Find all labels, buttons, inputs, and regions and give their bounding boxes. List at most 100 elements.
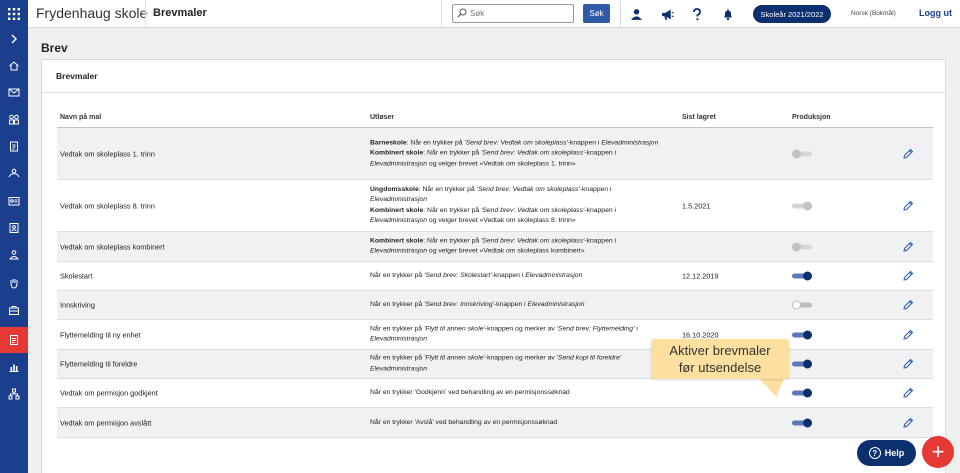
toggle-knob <box>792 149 801 158</box>
logout-link[interactable]: Logg ut <box>919 8 952 18</box>
bell-icon[interactable] <box>719 5 737 23</box>
header-last-saved[interactable]: Sist lagret <box>682 114 716 121</box>
table-row: Vedtak om skoleplass 1. trinn Barneskole:… <box>57 128 933 180</box>
template-name: Innskriving <box>60 300 95 310</box>
group-icon[interactable] <box>0 160 28 186</box>
language-selector[interactable]: Norsk (Bokmål) <box>851 10 896 17</box>
trigger-text: Barneskole: Når en trykker på 'Send brev… <box>370 138 670 170</box>
edit-pencil-icon[interactable] <box>902 270 914 282</box>
last-saved-date: 16.10.2020 <box>682 330 719 339</box>
divider <box>441 0 442 28</box>
org-icon[interactable] <box>0 381 28 407</box>
trigger-line: Kombinert skole: Når en trykker på 'Send… <box>370 236 670 257</box>
trigger-segment: : Når en trykker på <box>423 237 482 244</box>
mail-icon[interactable] <box>0 79 28 105</box>
template-name: Vedtak om permisjon godkjent <box>60 388 158 398</box>
help-button[interactable]: ? Help <box>857 440 916 466</box>
edit-pencil-icon[interactable] <box>902 200 914 212</box>
edit-pencil-icon[interactable] <box>902 329 914 341</box>
users-icon[interactable] <box>0 106 28 132</box>
trigger-segment: : Når en trykker på <box>418 185 477 193</box>
table-row: Vedtak om skoleplass kombinert Kombinert … <box>57 232 933 262</box>
production-toggle[interactable] <box>792 300 812 310</box>
search-button[interactable]: Søk <box>583 4 610 23</box>
id-card-icon[interactable] <box>0 188 28 214</box>
add-button[interactable]: + <box>922 436 954 468</box>
table-row: Vedtak om permisjon avslått Når en trykke… <box>57 408 933 438</box>
chart-icon[interactable] <box>0 354 28 380</box>
table-row: Vedtak om skoleplass 8. trinn Ungdomsskol… <box>57 180 933 232</box>
letter-document-icon[interactable] <box>0 327 28 353</box>
last-saved-date: 12.12.2019 <box>682 271 719 281</box>
search-box[interactable] <box>452 4 574 23</box>
edit-pencil-icon[interactable] <box>902 417 914 429</box>
edit-pencil-icon[interactable] <box>902 241 914 253</box>
trigger-segment: -knappen og merker av <box>484 354 557 362</box>
trigger-segment: -knappen i <box>567 138 602 146</box>
help-question-icon[interactable] <box>688 5 706 23</box>
search-input[interactable] <box>470 6 570 21</box>
trigger-line: Når en trykker 'Godkjenn' ved behandling… <box>370 388 670 399</box>
hand-icon[interactable] <box>0 270 28 296</box>
production-toggle[interactable] <box>792 330 812 339</box>
production-toggle[interactable] <box>792 359 812 369</box>
home-icon[interactable] <box>0 53 28 79</box>
production-toggle[interactable] <box>792 418 812 427</box>
divider <box>620 0 621 28</box>
tooltip-line-2: før utsendelse <box>678 360 762 375</box>
trigger-line: Når en trykker på 'Flytt til annen skole… <box>370 354 670 365</box>
edit-pencil-icon[interactable] <box>902 387 914 399</box>
production-toggle[interactable] <box>792 271 812 281</box>
table-row: Skolestart Når en trykker på 'Send brev: … <box>57 262 933 291</box>
activate-tooltip: Aktiver brevmaler før utsendelse <box>651 339 789 379</box>
trigger-segment: Når en trykker på <box>370 300 425 308</box>
tooltip-line-1: Aktiver brevmaler <box>669 343 771 358</box>
app-title[interactable]: Frydenhaug skole <box>36 5 147 21</box>
megaphone-icon[interactable] <box>658 5 676 23</box>
templates-card: Brevmaler Navn på mal Utløser Sist lagre… <box>41 59 946 473</box>
school-year-selector[interactable]: Skoleår 2021/2022 <box>753 5 831 23</box>
header-name[interactable]: Navn på mal <box>60 114 101 121</box>
trigger-line: Når en trykker på 'Flytt til annen skole… <box>370 324 670 335</box>
production-toggle[interactable] <box>792 388 812 398</box>
trigger-segment: -knappen i <box>579 185 612 193</box>
edit-pencil-icon[interactable] <box>902 148 914 160</box>
trigger-segment: 'Send brev: Vedtak om skoleplass' <box>481 206 585 214</box>
trigger-text: Når en trykker på 'Flytt til annen skole… <box>370 324 670 345</box>
search-icon <box>457 8 467 18</box>
edit-pencil-icon[interactable] <box>902 358 914 370</box>
toggle-knob <box>803 201 812 210</box>
toggle-knob <box>792 300 801 310</box>
trigger-line: Elevadministrasjon <box>370 364 670 375</box>
template-name: Vedtak om skoleplass 8. trinn <box>60 201 155 210</box>
edit-pencil-icon[interactable] <box>902 299 914 311</box>
trigger-segment: Kombinert skole <box>370 237 424 244</box>
template-name: Vedtak om skoleplass 1. trinn <box>60 149 155 158</box>
trigger-text: Når en trykker 'Godkjenn' ved behandling… <box>370 388 670 399</box>
trigger-line: Når en trykker på 'Send brev: Skolestart… <box>370 271 670 282</box>
header-production[interactable]: Produksjon <box>792 114 831 121</box>
toggle-knob <box>803 359 812 369</box>
trigger-segment: Elevadministrasjon <box>370 365 428 372</box>
contacts-icon[interactable] <box>0 215 28 241</box>
trigger-segment: : Når en trykker på <box>423 149 482 157</box>
header-trigger[interactable]: Utløser <box>370 114 394 121</box>
briefcase-icon[interactable] <box>0 297 28 323</box>
template-name: Vedtak om permisjon avslått <box>60 418 152 427</box>
trigger-text: Når en trykker 'Avslå' ved behandling av… <box>370 417 670 428</box>
trigger-line: Elevadministrasjon <box>370 335 670 346</box>
user-icon[interactable] <box>627 5 645 23</box>
trigger-segment: Kombinert skole <box>370 206 424 214</box>
app-grid-icon[interactable] <box>0 0 28 28</box>
trigger-segment: Elevadministrasjon <box>527 300 585 308</box>
trigger-line: Ungdomsskole: Når en trykker på 'Send br… <box>370 185 670 206</box>
person-upload-icon[interactable] <box>0 242 28 268</box>
chevron-right-icon[interactable] <box>0 26 28 52</box>
trigger-segment: og velger brevet «Vedtak om skoleplass 8… <box>427 217 576 224</box>
trigger-text: Ungdomsskole: Når en trykker på 'Send br… <box>370 185 670 227</box>
help-label: Help <box>884 448 905 458</box>
clipboard-icon[interactable] <box>0 133 28 159</box>
question-circle-icon: ? <box>868 447 881 459</box>
template-name: Flyttemelding til ny enhet <box>60 330 141 339</box>
trigger-segment: Ungdomsskole <box>370 185 419 193</box>
